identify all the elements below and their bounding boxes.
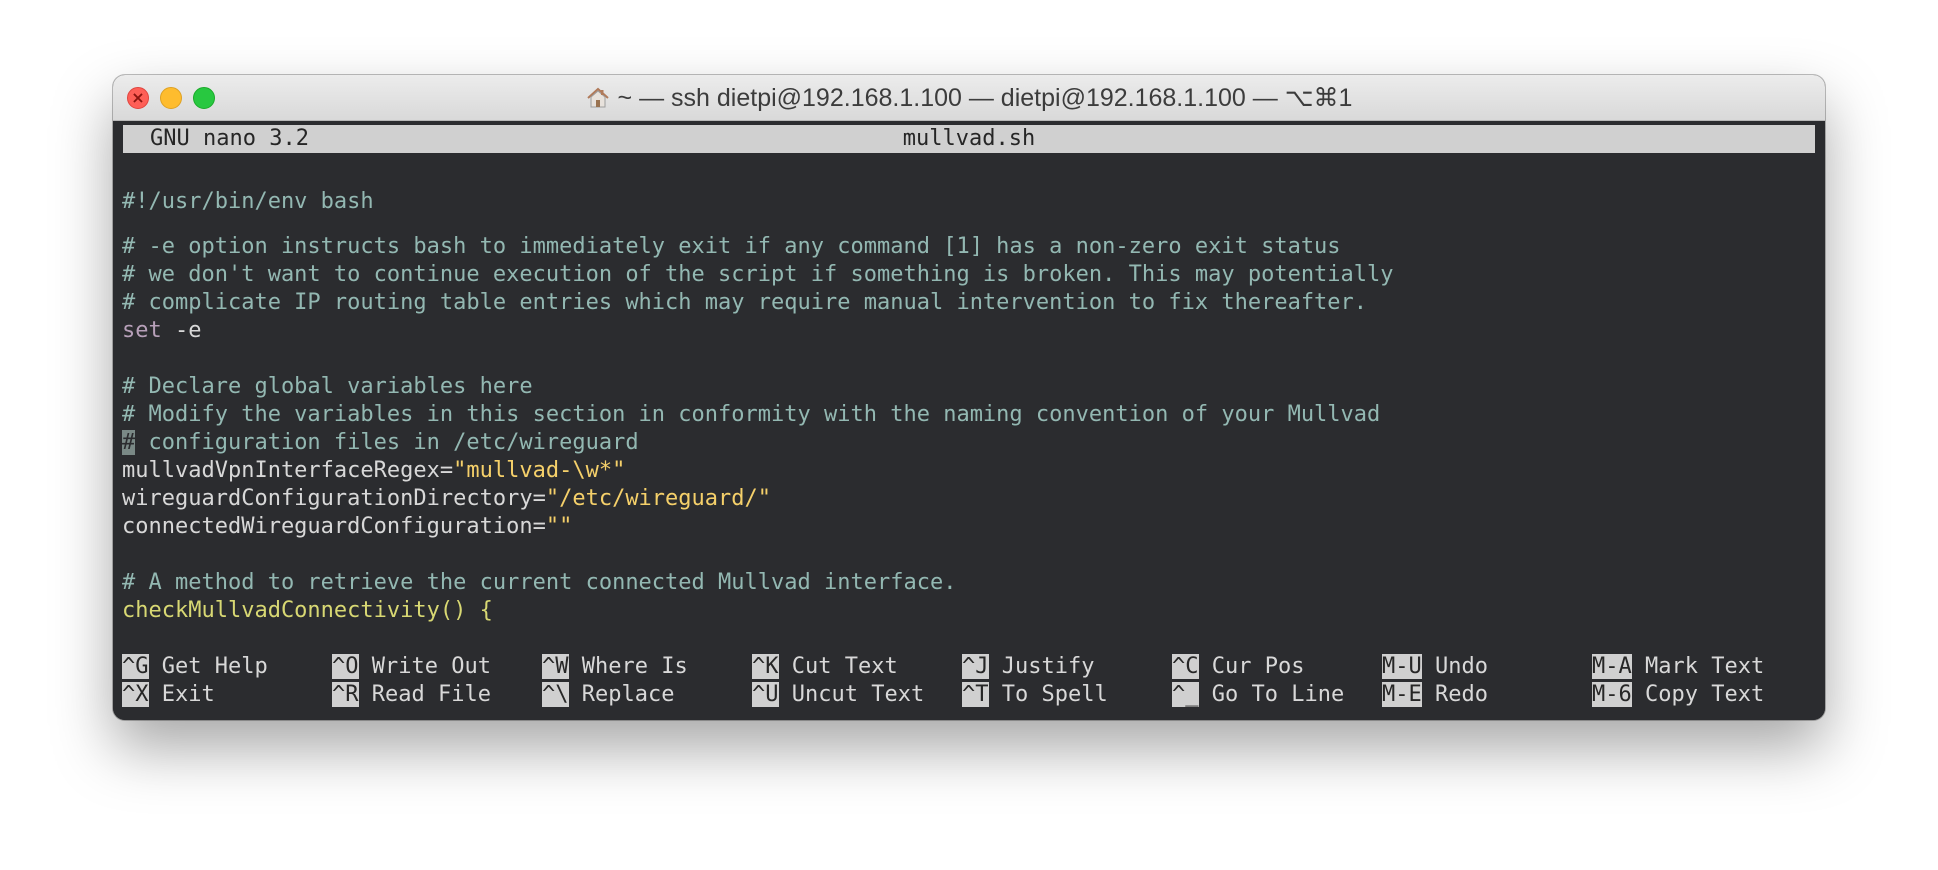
code-comment: configuration files in /etc/wireguard (135, 430, 639, 455)
code-line[interactable]: mullvadVpnInterfaceRegex="mullvad-\w*" (122, 457, 625, 485)
shortcut-label: Write Out (358, 654, 491, 679)
shortcut-label: Cut Text (778, 654, 898, 679)
shortcut-mark-text[interactable]: M-A Mark Text (1592, 653, 1764, 681)
shortcut-label: Replace (568, 682, 675, 707)
shortcut-key: ^K (752, 654, 779, 679)
shortcut-key: ^T (962, 682, 989, 707)
shortcut-label: Get Help (148, 654, 268, 679)
code-line[interactable]: # we don't want to continue execution of… (122, 261, 1394, 289)
code-line[interactable]: checkMullvadConnectivity() { (122, 597, 493, 625)
code-line[interactable]: #!/usr/bin/env bash (122, 188, 374, 216)
shortcut-key: M-A (1592, 654, 1632, 679)
shortcut-key: ^R (332, 682, 359, 707)
shortcut-where-is[interactable]: ^W Where Is (542, 653, 688, 681)
nano-header-bar: mullvad.sh GNU nano 3.2 (123, 125, 1815, 153)
code-line[interactable]: # configuration files in /etc/wireguard (122, 429, 639, 457)
shortcut-key: M-6 (1592, 682, 1632, 707)
shortcut-write-out[interactable]: ^O Write Out (332, 653, 491, 681)
shortcut-go-to-line[interactable]: ^_ Go To Line (1172, 681, 1344, 709)
shortcut-label: Go To Line (1198, 682, 1345, 707)
shortcut-label: Mark Text (1631, 654, 1765, 679)
shortcut-key: ^O (332, 654, 359, 679)
shortcut-copy-text[interactable]: M-6 Copy Text (1592, 681, 1764, 709)
terminal-window: × ~ — ssh dietpi@192.168.1.100 — dietpi@… (113, 75, 1825, 720)
shortcut-key: ^J (962, 654, 989, 679)
shortcut-label: Justify (988, 654, 1095, 679)
code-line[interactable]: connectedWireguardConfiguration="" (122, 513, 572, 541)
title-bar[interactable]: × ~ — ssh dietpi@192.168.1.100 — dietpi@… (113, 75, 1825, 121)
shortcut-key: ^U (752, 682, 779, 707)
file-name: mullvad.sh (902, 126, 1036, 151)
shortcut-label: Uncut Text (778, 682, 925, 707)
shortcut-key: ^_ (1172, 682, 1199, 707)
variable-name: connectedWireguardConfiguration= (122, 514, 546, 539)
shortcut-redo[interactable]: M-E Redo (1382, 681, 1488, 709)
shortcut-get-help[interactable]: ^G Get Help (122, 653, 268, 681)
shortcut-uncut-text[interactable]: ^U Uncut Text (752, 681, 924, 709)
string-value: "" (545, 514, 573, 539)
shortcut-key: ^G (122, 654, 149, 679)
code-line[interactable]: wireguardConfigurationDirectory="/etc/wi… (122, 485, 771, 513)
shortcut-replace[interactable]: ^\ Replace (542, 681, 674, 709)
shortcut-label: To Spell (988, 682, 1108, 707)
code-line[interactable]: # -e option instructs bash to immediatel… (122, 233, 1341, 261)
text-cursor: # (122, 430, 136, 455)
shortcut-label: Where Is (568, 654, 688, 679)
string-value: "mullvad-\w*" (453, 458, 626, 483)
shortcut-exit[interactable]: ^X Exit (122, 681, 215, 709)
code-keyword: set (122, 318, 162, 343)
nano-version: GNU nano 3.2 (150, 126, 309, 151)
shortcut-key: ^C (1172, 654, 1199, 679)
code-line[interactable]: # A method to retrieve the current conne… (122, 569, 956, 597)
shortcut-key: M-E (1382, 682, 1422, 707)
shortcut-label: Exit (148, 682, 215, 707)
shortcut-undo[interactable]: M-U Undo (1382, 653, 1488, 681)
shortcut-justify[interactable]: ^J Justify (962, 653, 1094, 681)
shortcut-key: ^W (542, 654, 569, 679)
shortcut-label: Copy Text (1631, 682, 1765, 707)
terminal-content[interactable]: mullvad.sh GNU nano 3.2 #!/usr/bin/env b… (113, 121, 1825, 720)
shortcut-cut-text[interactable]: ^K Cut Text (752, 653, 898, 681)
shortcut-key: ^\ (542, 682, 569, 707)
shortcut-label: Undo (1421, 654, 1488, 679)
code-line[interactable]: set -e (122, 317, 202, 345)
code-line[interactable]: # Declare global variables here (122, 373, 533, 401)
shortcut-cur-pos[interactable]: ^C Cur Pos (1172, 653, 1304, 681)
variable-name: mullvadVpnInterfaceRegex= (122, 458, 454, 483)
code-argument: -e (161, 318, 202, 343)
home-icon (586, 87, 609, 107)
variable-name: wireguardConfigurationDirectory= (122, 486, 546, 511)
string-value: "/etc/wireguard/" (545, 486, 772, 511)
shortcut-to-spell[interactable]: ^T To Spell (962, 681, 1108, 709)
shortcut-label: Cur Pos (1198, 654, 1305, 679)
shortcut-key: M-U (1382, 654, 1422, 679)
shortcut-label: Read File (358, 682, 491, 707)
window-title: ~ — ssh dietpi@192.168.1.100 — dietpi@19… (617, 83, 1353, 112)
code-line[interactable]: # Modify the variables in this section i… (122, 401, 1380, 429)
shortcut-label: Redo (1421, 682, 1488, 707)
shortcut-key: ^X (122, 682, 149, 707)
code-line[interactable]: # complicate IP routing table entries wh… (122, 289, 1367, 317)
shortcut-read-file[interactable]: ^R Read File (332, 681, 491, 709)
